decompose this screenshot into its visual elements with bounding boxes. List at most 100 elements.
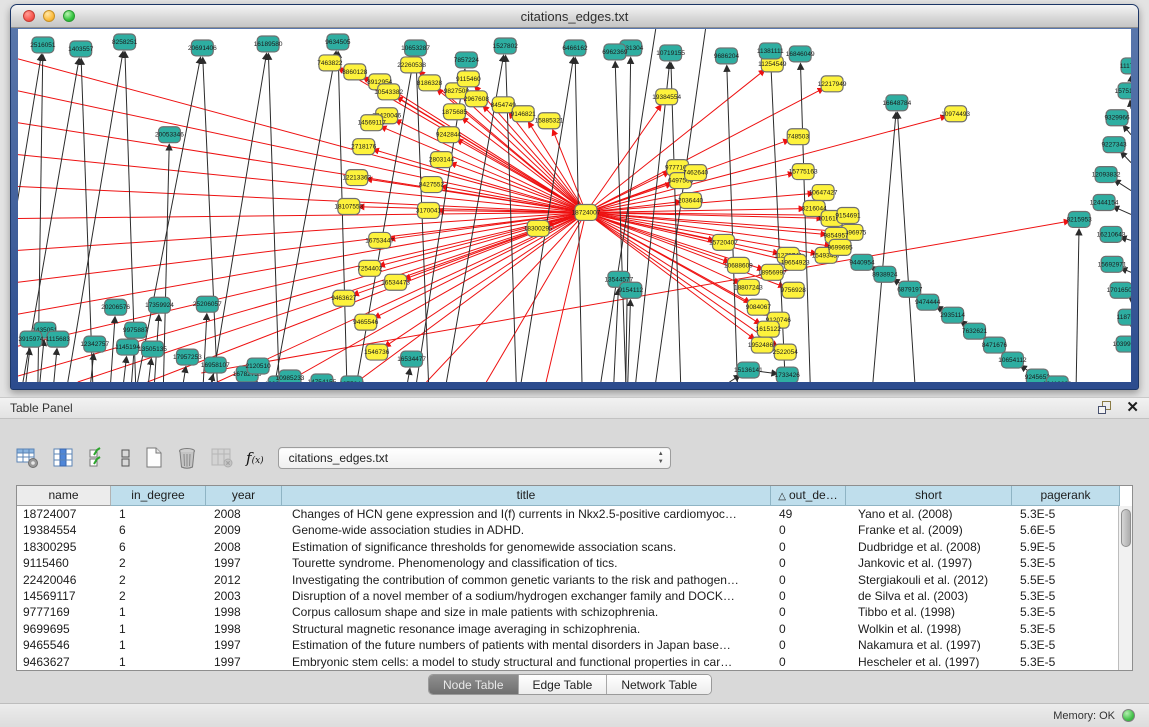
graph-node[interactable]: 9084067 [746, 299, 772, 315]
table-cell[interactable]: 0 [771, 555, 846, 571]
graph-node[interactable]: 7254402 [357, 260, 383, 276]
graph-node[interactable]: 12412899 [1043, 376, 1072, 382]
table-cell[interactable]: Embryonic stem cells: a model to study s… [282, 654, 771, 670]
column-header-pagerank[interactable]: pagerank [1012, 486, 1120, 506]
table-cell[interactable]: de Silva et al. (2003) [846, 588, 1012, 604]
graph-node[interactable]: 20206576 [101, 299, 130, 315]
table-cell[interactable]: 1997 [206, 555, 282, 571]
table-cell[interactable]: 1997 [206, 654, 282, 670]
table-cell[interactable]: Wolkin et al. (1998) [846, 621, 1012, 637]
table-cell[interactable]: Tibbo et al. (1998) [846, 604, 1012, 620]
table-cell[interactable]: 1 [111, 604, 206, 620]
tab-edge-table[interactable]: Edge Table [519, 675, 608, 694]
table-cell[interactable]: Corpus callosum shape and size in male p… [282, 604, 771, 620]
graph-node[interactable]: 12093832 [1092, 167, 1121, 183]
graph-node[interactable]: 9115460 [456, 71, 481, 87]
graph-node[interactable]: 1403557 [68, 41, 94, 57]
table-cell[interactable]: 5.3E-5 [1012, 588, 1120, 604]
graph-node[interactable]: 10654112 [998, 352, 1027, 368]
table-row[interactable]: 1830029562008Estimation of significance … [17, 539, 1132, 555]
graph-edge[interactable] [18, 212, 586, 282]
graph-edge[interactable] [18, 212, 586, 314]
table-cell[interactable]: Disruption of a novel member of a sodium… [282, 588, 771, 604]
column-select-icon[interactable] [52, 447, 76, 469]
row-height-icon[interactable] [120, 447, 132, 469]
graph-node[interactable]: 9440954 [849, 254, 875, 270]
graph-node[interactable]: 20691406 [188, 40, 217, 56]
graph-node[interactable]: 18107553 [334, 199, 363, 215]
table-cell[interactable]: 1 [111, 506, 206, 522]
graph-node[interactable]: 2935114 [940, 307, 965, 323]
graph-node[interactable]: 7632621 [962, 323, 988, 339]
graph-node[interactable]: 1546736 [364, 344, 390, 360]
graph-node[interactable]: 20053346 [155, 127, 184, 143]
graph-edge[interactable] [486, 212, 586, 382]
table-cell[interactable]: 49 [771, 506, 846, 522]
graph-node[interactable]: 9146821 [511, 106, 537, 122]
graph-node[interactable]: 6466162 [562, 40, 588, 56]
graph-node[interactable]: 3915974 [18, 331, 44, 347]
graph-node[interactable]: 1733426 [775, 367, 801, 382]
graph-edge[interactable] [18, 212, 586, 250]
table-cell[interactable]: Yano et al. (2008) [846, 506, 1012, 522]
graph-node[interactable]: 16534473 [381, 274, 410, 290]
graph-node[interactable]: 8258251 [112, 34, 138, 50]
table-settings-icon[interactable] [16, 447, 40, 469]
graph-node[interactable]: 10399004 [1113, 336, 1131, 352]
graph-node[interactable]: 9756928 [781, 282, 807, 298]
table-vertical-scrollbar[interactable] [1118, 506, 1132, 670]
table-cell[interactable]: 5.3E-5 [1012, 621, 1120, 637]
tab-network-table[interactable]: Network Table [607, 675, 711, 694]
network-canvas[interactable]: 1872400774638228860128891295422260538105… [18, 29, 1131, 382]
minimize-window-button[interactable] [43, 10, 55, 22]
table-cell[interactable]: 5.3E-5 [1012, 604, 1120, 620]
column-header-title[interactable]: title [282, 486, 771, 506]
graph-node[interactable]: 9699695 [827, 239, 853, 255]
graph-node[interactable]: 10974493 [941, 106, 970, 122]
graph-edge[interactable] [385, 212, 586, 346]
graph-node[interactable]: 14569117 [358, 115, 387, 131]
table-cell[interactable]: 5.6E-5 [1012, 522, 1120, 538]
table-cell[interactable]: 0 [771, 604, 846, 620]
table-row[interactable]: 946554611997Estimation of the future num… [17, 637, 1132, 653]
graph-edge[interactable] [1114, 180, 1131, 191]
table-cell[interactable]: Nakamura et al. (1997) [846, 637, 1012, 653]
table-cell[interactable]: Estimation of significance thresholds fo… [282, 539, 771, 555]
graph-node[interactable]: 7463822 [317, 55, 343, 71]
graph-edge[interactable] [68, 52, 123, 382]
table-cell[interactable]: 22420046 [17, 572, 111, 588]
graph-node[interactable]: 15136141 [734, 362, 763, 378]
table-cell[interactable]: 9115460 [17, 555, 111, 571]
graph-node[interactable]: 9154112 [618, 282, 643, 298]
table-cell[interactable]: 19384554 [17, 522, 111, 538]
graph-node[interactable]: 16648784 [882, 95, 911, 111]
graph-node[interactable]: 1615122 [756, 321, 782, 337]
graph-node[interactable]: 8471676 [982, 337, 1008, 353]
graph-node[interactable]: 16846049 [786, 46, 815, 62]
graph-node[interactable]: 11381111 [757, 43, 784, 59]
table-cell[interactable]: 2 [111, 555, 206, 571]
graph-node[interactable]: 18300295 [524, 220, 553, 236]
graph-node[interactable]: 9975887 [123, 322, 149, 338]
graph-edge[interactable] [671, 63, 681, 382]
table-cell[interactable]: 5.3E-5 [1012, 506, 1120, 522]
table-source-select[interactable]: citations_edges.txt ▲▼ [278, 447, 671, 469]
graph-edge[interactable] [586, 88, 823, 212]
graph-node[interactable]: 9474444 [915, 294, 941, 310]
graph-edge[interactable] [275, 52, 336, 382]
table-cell[interactable]: 5.3E-5 [1012, 555, 1120, 571]
graph-node[interactable]: 2718176 [351, 139, 377, 155]
graph-edge[interactable] [183, 367, 185, 382]
graph-node[interactable]: 2516051 [30, 37, 56, 53]
table-cell[interactable]: Stergiakouli et al. (2012) [846, 572, 1012, 588]
graph-edge[interactable] [81, 59, 93, 382]
graph-edge[interactable] [203, 58, 218, 382]
select-all-check-icon[interactable] [88, 447, 108, 469]
graph-node[interactable]: 9227343 [1101, 137, 1127, 153]
graph-edge[interactable] [1123, 125, 1131, 134]
graph-node[interactable]: 16534477 [397, 351, 426, 367]
graph-edge[interactable] [18, 155, 586, 213]
table-row[interactable]: 2242004622012Investigating the contribut… [17, 572, 1132, 588]
column-header-name[interactable]: name [17, 486, 111, 506]
graph-node[interactable]: 18956997 [758, 264, 787, 280]
